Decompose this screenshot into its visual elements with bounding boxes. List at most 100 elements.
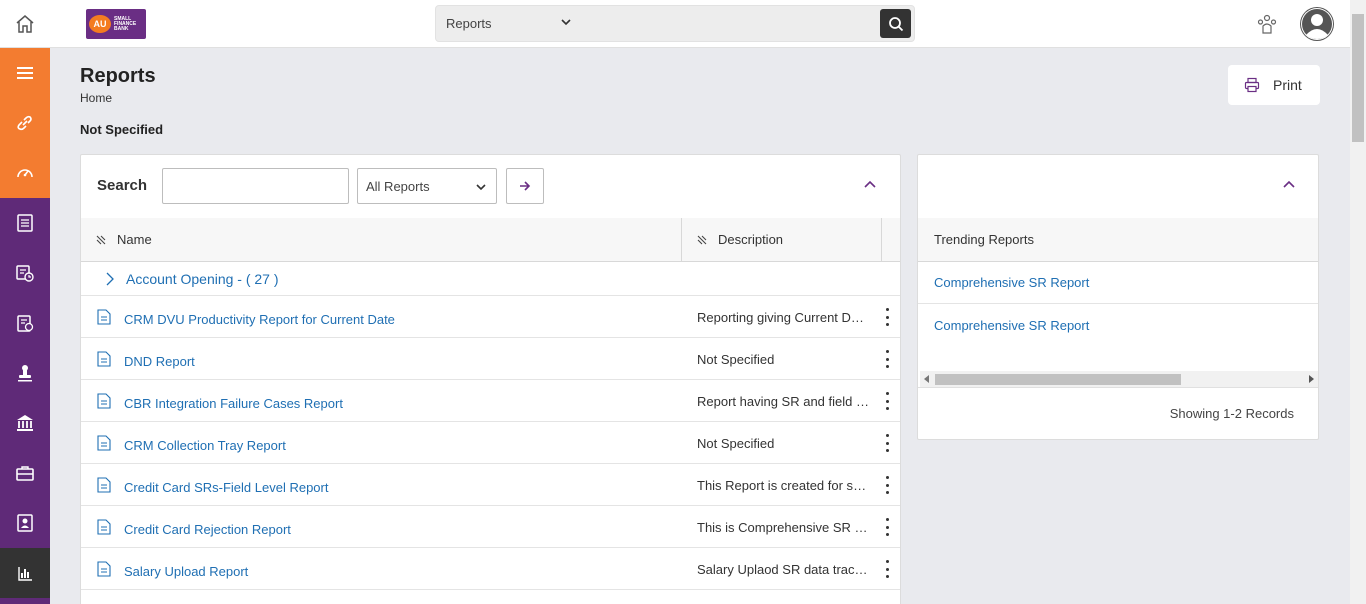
report-filter-value: All Reports (366, 178, 430, 194)
scroll-right-icon[interactable] (1309, 375, 1314, 383)
report-description: Salary Uplaod SR data track… (697, 562, 869, 577)
print-button[interactable]: Print (1228, 65, 1320, 105)
sidebar-item-bank[interactable] (0, 398, 50, 448)
user-icon (1301, 8, 1333, 40)
report-description: Not Specified (697, 436, 775, 451)
collapse-chevron-up-icon[interactable] (1282, 177, 1296, 191)
stamp-icon (18, 365, 32, 382)
search-go-button[interactable] (506, 168, 544, 204)
row-more-menu[interactable] (881, 476, 893, 494)
document-icon (17, 214, 33, 232)
top-bar: AU SMALL FINANCE BANK Reports (0, 0, 1350, 48)
group-row[interactable]: Account Opening - ( 27 ) (81, 262, 900, 296)
report-name-link[interactable]: Credit Card SRs-Field Level Report (124, 480, 328, 495)
page-scrollbar[interactable] (1350, 0, 1366, 604)
table-row: CRM Collection Tray Report Not Specified (81, 422, 900, 464)
report-name-link[interactable]: Credit Card Rejection Report (124, 522, 291, 537)
table-row: Credit Card Rejection Report This is Com… (81, 506, 900, 548)
search-category-select[interactable]: Reports (436, 6, 582, 41)
scrollbar-thumb[interactable] (1352, 14, 1364, 142)
report-search-input[interactable] (162, 168, 349, 204)
row-more-menu[interactable] (881, 350, 893, 368)
report-name-link[interactable]: CBR Integration Failure Cases Report (124, 396, 343, 411)
report-description: Report having SR and field l… (697, 394, 869, 409)
report-name-link[interactable]: DND Report (124, 354, 195, 369)
report-description: This is Comprehensive SR R… (697, 520, 869, 535)
sidebar-item-dashboard[interactable] (0, 148, 50, 198)
column-header-name[interactable]: Name (95, 232, 152, 247)
report-name-link[interactable]: CRM Collection Tray Report (124, 438, 286, 453)
dashboard-icon (17, 169, 33, 178)
home-icon (16, 15, 34, 33)
user-avatar[interactable] (1300, 7, 1334, 41)
report-description: Not Specified (697, 352, 775, 367)
global-search-button[interactable] (880, 9, 911, 38)
contact-icon (17, 514, 33, 532)
home-button[interactable] (0, 0, 50, 48)
column-description-label: Description (718, 232, 784, 247)
column-header-description[interactable]: Description (681, 218, 881, 261)
sidebar-item-briefcase[interactable] (0, 448, 50, 498)
horizontal-scrollbar-thumb[interactable] (935, 374, 1181, 385)
table-header: Name Description (81, 218, 900, 262)
trending-report-link[interactable]: Comprehensive SR Report (918, 262, 1318, 304)
team-icon[interactable] (1256, 13, 1278, 35)
logo-wordmark: SMALL FINANCE BANK (114, 15, 137, 32)
report-name-link[interactable]: CRM DVU Productivity Report for Current … (124, 312, 395, 327)
row-more-menu[interactable] (881, 308, 893, 326)
chevron-down-icon (561, 19, 571, 26)
report-file-icon (97, 477, 111, 493)
report-file-icon (97, 309, 111, 325)
trending-report-link[interactable]: Comprehensive SR Report (918, 304, 1318, 346)
sidebar-item-contacts[interactable] (0, 498, 50, 548)
table-row: DND Report Not Specified (81, 338, 900, 380)
page-subtitle: Not Specified (80, 122, 164, 137)
report-name-link[interactable]: Salary Upload Report (124, 564, 248, 579)
horizontal-scrollbar[interactable] (920, 371, 1318, 387)
page-title: Reports (80, 65, 156, 87)
report-description: Reporting giving Current Da… (697, 310, 869, 325)
sidebar-menu-button[interactable] (0, 48, 50, 98)
sort-icon (96, 235, 106, 244)
row-more-menu[interactable] (881, 434, 893, 452)
collapse-chevron-up-icon[interactable] (863, 177, 877, 191)
global-search: Reports (435, 5, 915, 42)
search-label: Search (97, 177, 148, 194)
table-row: CRM DVU Productivity Report for Current … (81, 296, 900, 338)
sidebar-item-analytics[interactable] (0, 548, 50, 598)
logo-mark: AU (89, 15, 111, 33)
sidebar-item-links[interactable] (0, 98, 50, 148)
sidebar-item-reports[interactable] (0, 248, 50, 298)
menu-icon (17, 67, 33, 79)
records-count: Showing 1-2 Records (918, 387, 1318, 439)
clipboard-icon (17, 315, 34, 332)
scroll-left-icon[interactable] (924, 375, 929, 383)
sidebar-item-approvals[interactable] (0, 348, 50, 398)
bar-chart-icon (18, 567, 32, 581)
printer-icon (1244, 77, 1260, 93)
breadcrumb[interactable]: Home (80, 91, 112, 105)
row-more-menu[interactable] (881, 392, 893, 410)
row-more-menu[interactable] (881, 560, 893, 578)
table-row: CBR Integration Failure Cases Report Rep… (81, 380, 900, 422)
report-file-icon (97, 393, 111, 409)
reports-panel: Search All Reports Name Description Acco… (80, 154, 901, 604)
sort-icon (697, 235, 707, 244)
sidebar-item-clipboard[interactable] (0, 298, 50, 348)
row-more-menu[interactable] (881, 518, 893, 536)
sidebar-item-documents[interactable] (0, 198, 50, 248)
sidebar (0, 48, 50, 604)
bank-logo[interactable]: AU SMALL FINANCE BANK (86, 9, 146, 39)
reports-chart-icon (16, 265, 34, 282)
trending-panel: Trending Reports Comprehensive SR Report… (917, 154, 1319, 440)
report-file-icon (97, 561, 111, 577)
chevron-right-icon (106, 272, 114, 286)
bank-icon (17, 415, 33, 431)
chevron-down-icon (476, 184, 486, 191)
report-description: This Report is created for sh… (697, 478, 869, 493)
group-label: Account Opening - ( 27 ) (126, 271, 279, 287)
column-header-actions (881, 218, 900, 261)
table-row: Salary Upload Report Salary Uplaod SR da… (81, 548, 900, 590)
report-filter-select[interactable]: All Reports (357, 168, 497, 204)
arrow-right-icon (520, 181, 531, 191)
